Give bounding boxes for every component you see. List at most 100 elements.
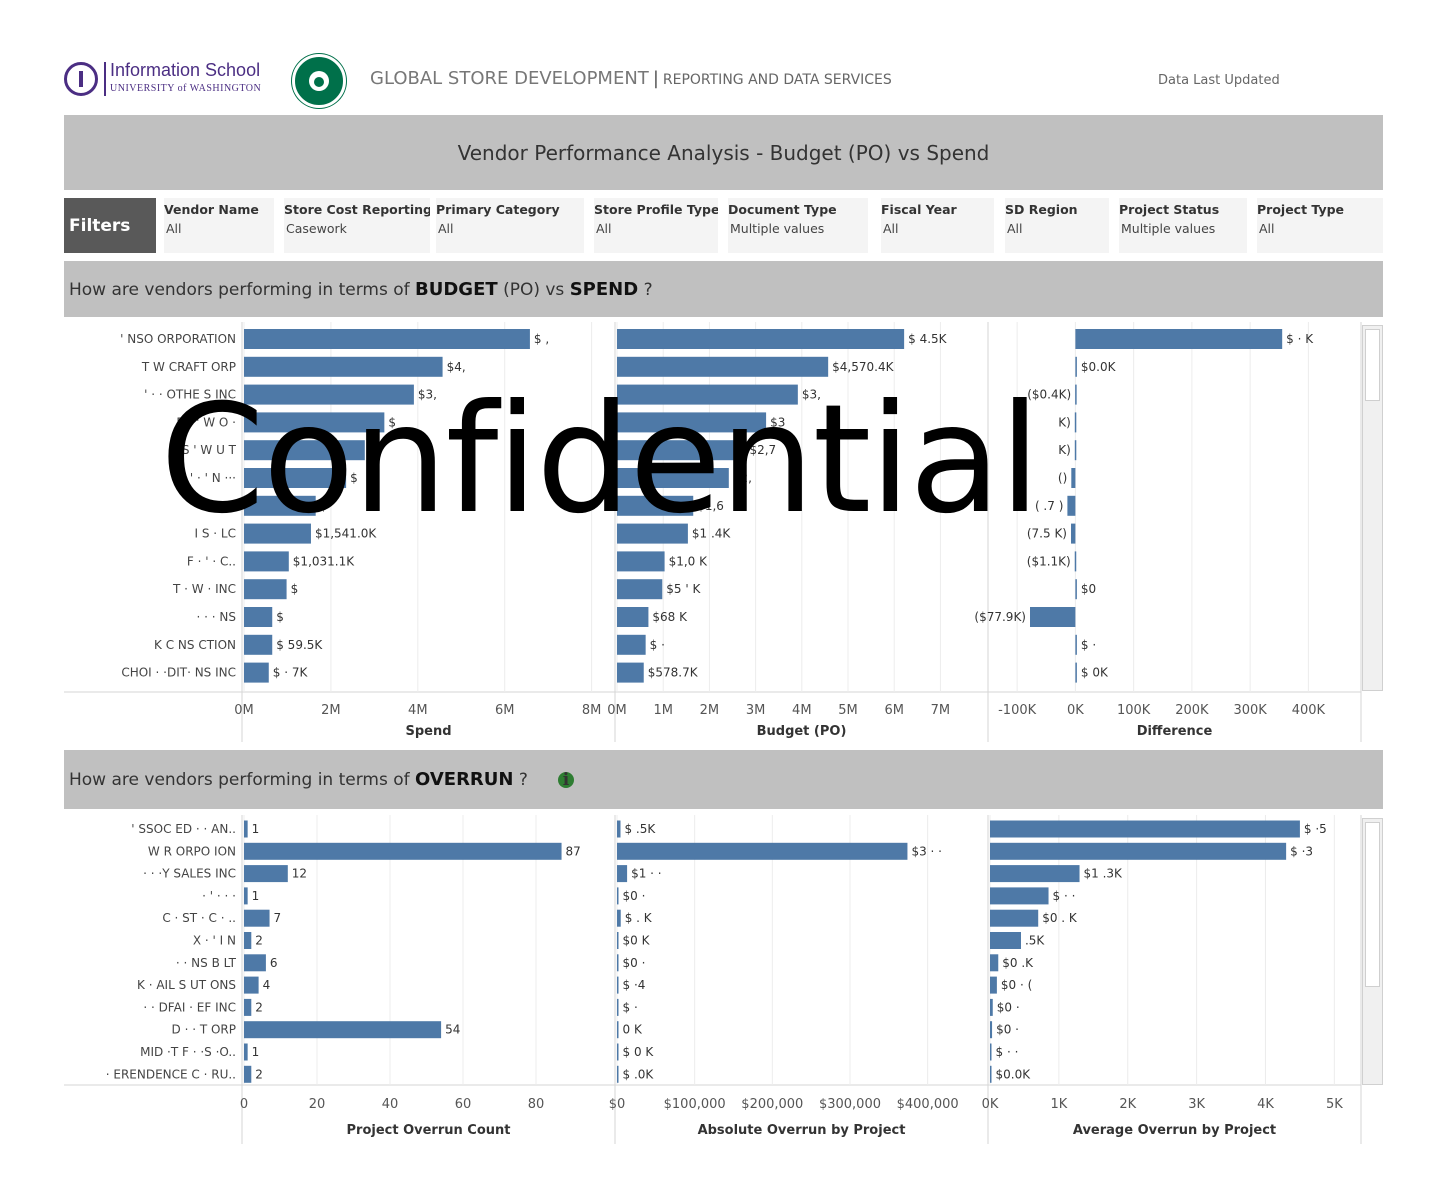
bar bbox=[244, 887, 248, 905]
bar-value-label: $68 K bbox=[652, 610, 688, 624]
rds-text: REPORTING AND DATA SERVICES bbox=[662, 72, 892, 88]
bar-value-label: ($77.9K) bbox=[974, 610, 1026, 624]
bar-value-label: $ bbox=[291, 582, 299, 596]
budget-spend-charts: 0M 2M 4M 6M 8M Spend $ , $4, $3, $ $ $ $ $1,541.0K $1,… bbox=[64, 322, 1362, 742]
uw-logo-sub: UNIVERSITY of WASHINGTON bbox=[110, 83, 262, 94]
axis-tick-label: 80 bbox=[528, 1097, 545, 1112]
bar-value-label: $3 · · bbox=[911, 844, 942, 858]
bar-value-label: $ , bbox=[534, 332, 549, 346]
category-label: ' ' O N.. bbox=[192, 499, 236, 513]
bar-value-label: $ bbox=[388, 415, 396, 429]
bar bbox=[244, 865, 288, 883]
filter-project-status[interactable]: Project Status Multiple values bbox=[1119, 198, 1247, 253]
bar-value-label: $0 · bbox=[996, 1023, 1019, 1037]
category-label: C · ST · C · .. bbox=[162, 911, 236, 925]
section-question: How are vendors performing in terms of O… bbox=[69, 769, 528, 790]
bar-value-label: 1 bbox=[252, 1045, 260, 1059]
bar-value-label: $ . K bbox=[625, 911, 653, 925]
axis-tick-label: $100,000 bbox=[664, 1097, 726, 1112]
bar bbox=[244, 523, 311, 544]
filter-label: Project Status bbox=[1119, 202, 1220, 217]
bar bbox=[617, 356, 829, 377]
section-prefix: How are vendors performing in terms of bbox=[69, 770, 416, 790]
bar-value-label: 2 bbox=[255, 934, 263, 948]
bar-value-label: $ bbox=[276, 610, 284, 624]
bar bbox=[617, 976, 619, 994]
bar-value-label: $ · bbox=[623, 1000, 638, 1014]
bar bbox=[1074, 551, 1077, 572]
bar bbox=[617, 820, 621, 838]
axis-tick-label: 4M bbox=[792, 703, 812, 718]
category-label: T W CRAFT ORP bbox=[141, 360, 236, 374]
section-suffix: ? bbox=[513, 770, 528, 790]
bar bbox=[244, 1021, 442, 1039]
axis-tick-label: 6M bbox=[884, 703, 904, 718]
bar bbox=[617, 495, 694, 516]
bar-value-label: 87 bbox=[566, 844, 581, 858]
bar bbox=[990, 820, 1300, 838]
axis-tick-label: 3M bbox=[746, 703, 766, 718]
bar-value-label: $3, bbox=[802, 388, 821, 402]
filter-fiscal-year[interactable]: Fiscal Year All bbox=[881, 198, 994, 253]
bar bbox=[1075, 662, 1077, 683]
filter-store-cost-reporting[interactable]: Store Cost Reporting .. Casework bbox=[284, 198, 430, 253]
filter-sd-region[interactable]: SD Region All bbox=[1005, 198, 1109, 253]
category-label: W R ORPO ION bbox=[148, 844, 236, 858]
chart1-scrollbar[interactable] bbox=[1362, 325, 1383, 691]
bar bbox=[1075, 384, 1077, 405]
category-label: · ' · · · bbox=[202, 889, 236, 903]
chart2-scroll-thumb[interactable] bbox=[1365, 822, 1380, 987]
filter-label: Vendor Name bbox=[164, 202, 259, 217]
axis-tick-label: $200,000 bbox=[741, 1097, 803, 1112]
filters-bar: Filters Vendor Name All Store Cost Repor… bbox=[64, 198, 1383, 253]
chart2-scrollbar[interactable] bbox=[1362, 818, 1383, 1085]
filter-document-type[interactable]: Document Type Multiple values bbox=[728, 198, 868, 253]
axis-tick-label: 40 bbox=[382, 1097, 399, 1112]
filter-vendor-name[interactable]: Vendor Name All bbox=[164, 198, 274, 253]
info-icon[interactable]: i bbox=[557, 771, 574, 788]
data-last-updated: Data Last Updated bbox=[1158, 73, 1280, 88]
category-label: MID ·T F · ·S ·O.. bbox=[140, 1045, 236, 1059]
bar bbox=[990, 842, 1287, 860]
bar-value-label: $2,7 bbox=[749, 443, 776, 457]
bar-value-label: $0 .K bbox=[1002, 956, 1034, 970]
chart1-scroll-thumb[interactable] bbox=[1365, 329, 1380, 401]
bar bbox=[617, 1065, 619, 1083]
bar-value-label: 2 bbox=[255, 1067, 263, 1081]
filter-primary-category[interactable]: Primary Category All bbox=[436, 198, 584, 253]
bar bbox=[244, 440, 365, 461]
bar-value-label: $ · 7K bbox=[273, 666, 309, 680]
filter-label: Document Type bbox=[728, 202, 837, 217]
bar bbox=[990, 887, 1049, 905]
filter-label: Store Profile Type bbox=[594, 202, 718, 217]
section-suffix: ? bbox=[638, 279, 653, 300]
bar bbox=[244, 551, 289, 572]
bar-value-label: 0 K bbox=[623, 1023, 643, 1037]
bar bbox=[617, 662, 644, 683]
bar bbox=[244, 634, 273, 655]
bar-value-label: $0 · bbox=[623, 956, 646, 970]
axis-tick-label: 0 bbox=[240, 1097, 248, 1112]
axis-tick-label: $400,000 bbox=[897, 1097, 959, 1112]
bar bbox=[1075, 579, 1077, 600]
bar bbox=[1074, 412, 1077, 433]
axis-title: Difference bbox=[1137, 724, 1213, 739]
filter-project-type[interactable]: Project Type All bbox=[1257, 198, 1383, 253]
bar bbox=[1074, 440, 1077, 461]
bar-value-label: ( .7 ) bbox=[1035, 499, 1063, 513]
filter-label: Project Type bbox=[1257, 202, 1345, 217]
bar bbox=[244, 842, 562, 860]
category-label: ' SSOC ED · · AN.. bbox=[131, 822, 236, 836]
bar-value-label: K) bbox=[1058, 415, 1071, 429]
bar bbox=[617, 887, 619, 905]
axis-tick-label: 5K bbox=[1326, 1097, 1343, 1112]
filter-value: Multiple values bbox=[1121, 221, 1216, 236]
filter-store-profile-type[interactable]: Store Profile Type All bbox=[594, 198, 718, 253]
bar bbox=[1075, 634, 1077, 655]
bar bbox=[990, 1065, 992, 1083]
logo-divider bbox=[104, 62, 106, 96]
bar bbox=[617, 842, 908, 860]
axis-tick-label: 300K bbox=[1233, 703, 1267, 718]
overrun-charts: 0 20 40 60 80Project Overrun Count1871217264… bbox=[64, 815, 1362, 1144]
axis-tick-label: 20 bbox=[309, 1097, 326, 1112]
